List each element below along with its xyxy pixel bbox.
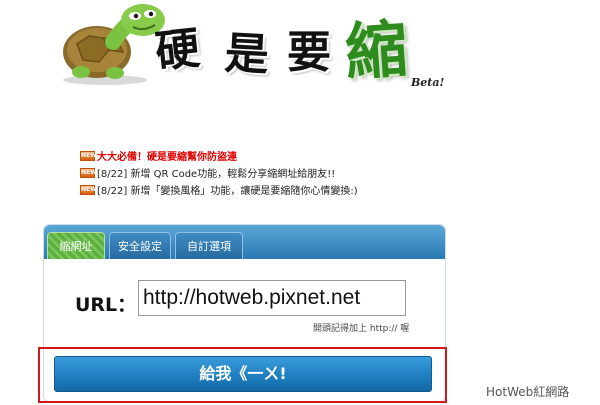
beta-label: Beta! xyxy=(411,76,445,89)
logo-char: 硬 xyxy=(152,22,203,79)
news-list: NEW 大大必備！硬是要縮幫你防盜連 NEW [8/22] 新增 QR Code… xyxy=(80,147,358,198)
tab-custom-options[interactable]: 自訂選項 xyxy=(175,232,243,259)
news-item[interactable]: NEW 大大必備！硬是要縮幫你防盜連 xyxy=(80,147,358,164)
url-label: URL： xyxy=(75,294,137,316)
site-logo[interactable]: 硬 是 要 縮 Beta! xyxy=(55,0,455,100)
logo-char-accent: 縮 xyxy=(342,11,410,90)
news-item[interactable]: NEW [8/22] 新增「變換風格」功能，讓硬是要縮隨你心情變換:) xyxy=(80,181,358,198)
news-item[interactable]: NEW [8/22] 新增 QR Code功能，輕鬆分享縮網址給朋友!! xyxy=(80,164,358,181)
watermark: HotWeb紅網路 xyxy=(486,385,570,399)
news-text[interactable]: [8/22] 新增「變換風格」功能，讓硬是要縮隨你心情變換:) xyxy=(97,182,358,197)
tab-shorten-url[interactable]: 縮網址 xyxy=(47,232,105,259)
url-input[interactable]: http://hotweb.pixnet.net xyxy=(138,280,406,316)
logo-char: 要 xyxy=(287,27,331,78)
new-badge-icon: NEW xyxy=(80,184,97,195)
new-badge-icon: NEW xyxy=(80,167,97,178)
news-text[interactable]: 大大必備！硬是要縮幫你防盜連 xyxy=(97,148,237,163)
logo-char: 是 xyxy=(223,27,271,82)
new-badge-icon: NEW xyxy=(80,150,97,161)
submit-button[interactable]: 給我《一ㄨ! xyxy=(54,356,432,392)
url-hint: 開頭記得加上 http:// 喔 xyxy=(313,324,410,334)
news-text[interactable]: [8/22] 新增 QR Code功能，輕鬆分享縮網址給朋友!! xyxy=(97,165,335,180)
tab-security-settings[interactable]: 安全設定 xyxy=(109,232,171,259)
tab-bar: 縮網址 安全設定 自訂選項 xyxy=(44,225,445,259)
